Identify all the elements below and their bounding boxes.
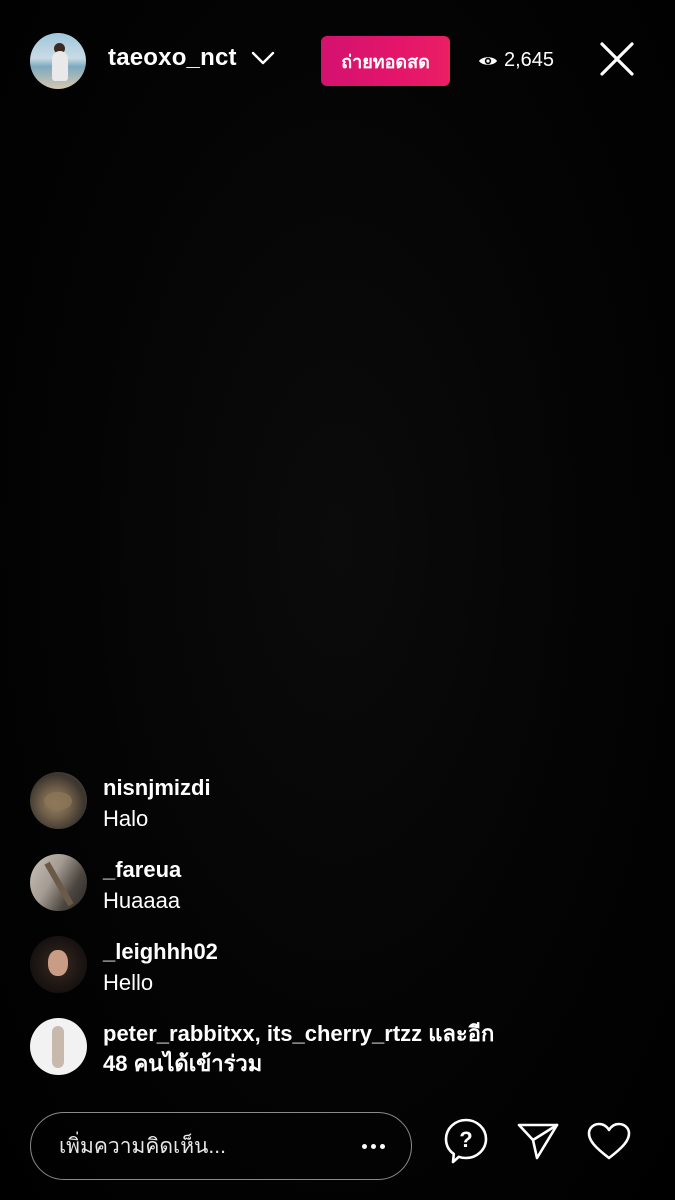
avatar-figure (52, 51, 68, 81)
live-stream-screen: taeoxo_nct ถ่ายทอดสด 2,645 nisnjmizdi Ha… (0, 0, 675, 1200)
comment-username[interactable]: _fareua (103, 855, 623, 885)
comment-item[interactable]: _fareua Huaaaa (30, 852, 630, 934)
more-horizontal-icon-dot (362, 1143, 367, 1149)
comment-feed: nisnjmizdi Halo _fareua Huaaaa _leighhh0… (30, 770, 630, 1098)
more-horizontal-icon-dot (380, 1143, 385, 1149)
viewer-count[interactable]: 2,645 (478, 49, 554, 72)
heart-icon (586, 1121, 632, 1166)
like-button[interactable] (584, 1118, 634, 1168)
comment-text: nisnjmizdi Halo (103, 773, 623, 835)
more-options-button[interactable] (362, 1138, 385, 1155)
comment-text: _leighhh02 Hello (103, 937, 623, 999)
question-bubble-icon: ? (443, 1117, 489, 1170)
svg-text:?: ? (459, 1127, 472, 1152)
close-button[interactable] (594, 38, 640, 84)
comment-input-placeholder: เพิ่มความคิดเห็น... (59, 1134, 226, 1158)
comment-item[interactable]: nisnjmizdi Halo (30, 770, 630, 852)
join-notice-text: peter_rabbitxx, its_cherry_rtzz และอีก 4… (103, 1019, 623, 1079)
comment-text: _fareua Huaaaa (103, 855, 623, 917)
live-header: taeoxo_nct ถ่ายทอดสด 2,645 (0, 0, 675, 124)
commenter-avatar[interactable] (30, 936, 87, 993)
join-notice-line-2: 48 คนได้เข้าร่วม (103, 1051, 263, 1076)
eye-icon (478, 54, 498, 68)
join-notice: peter_rabbitxx, its_cherry_rtzz และอีก 4… (30, 1016, 630, 1098)
commenter-avatar[interactable] (30, 854, 87, 911)
comment-input[interactable]: เพิ่มความคิดเห็น... (30, 1112, 412, 1180)
joiner-avatar[interactable] (30, 1018, 87, 1075)
share-button[interactable] (513, 1118, 563, 1168)
host-account-switcher[interactable]: taeoxo_nct (108, 44, 275, 72)
live-badge: ถ่ายทอดสด (321, 36, 450, 86)
comment-message: Huaaaa (103, 888, 181, 913)
join-notice-line-1: peter_rabbitxx, its_cherry_rtzz และอีก (103, 1021, 495, 1046)
comment-item[interactable]: _leighhh02 Hello (30, 934, 630, 1016)
more-horizontal-icon-dot (371, 1143, 376, 1149)
close-icon (599, 41, 635, 82)
host-username: taeoxo_nct (108, 44, 237, 71)
comment-username[interactable]: _leighhh02 (103, 937, 623, 967)
paper-plane-icon (516, 1121, 560, 1166)
comment-message: Halo (103, 806, 149, 831)
ask-question-button[interactable]: ? (441, 1118, 491, 1168)
viewer-count-value: 2,645 (504, 49, 555, 71)
chevron-down-icon (251, 51, 275, 65)
comment-username[interactable]: nisnjmizdi (103, 773, 623, 803)
comment-message: Hello (103, 970, 154, 995)
host-avatar[interactable] (30, 33, 86, 89)
commenter-avatar[interactable] (30, 772, 87, 829)
